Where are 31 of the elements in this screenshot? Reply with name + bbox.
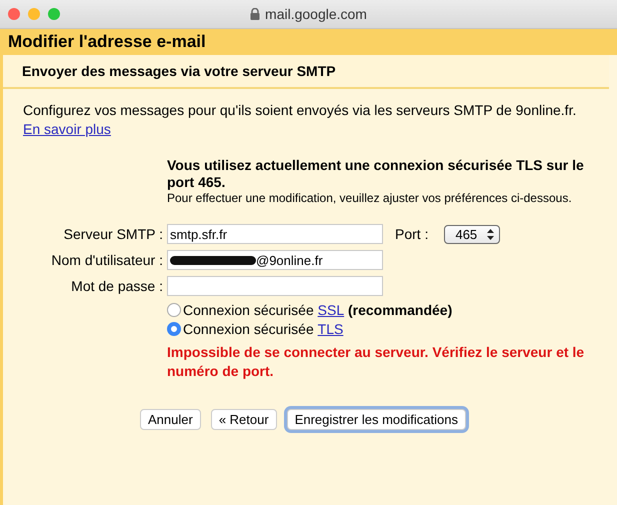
protocol-link[interactable]: TLS	[318, 321, 344, 337]
port-label: Port :	[395, 226, 430, 242]
field-label: Serveur SMTP :	[62, 226, 164, 242]
back-button[interactable]: « Retour	[210, 409, 277, 430]
save-button[interactable]: Enregistrer les modifications	[286, 409, 466, 430]
lock-icon	[250, 8, 260, 20]
minimize-window-button[interactable]	[28, 8, 40, 20]
intro-text: Configurez vos messages pour qu'ils soient envoyés via les serveurs SMTP de 9online.fr. En savoir plus	[23, 101, 578, 139]
dialog-title: Modifier l'adresse e-mail	[8, 32, 206, 52]
stepper-arrows-icon	[487, 228, 494, 240]
radio-button[interactable]	[167, 303, 181, 317]
cancel-button[interactable]: Annuler	[140, 409, 201, 430]
field-label: Mot de passe :	[70, 278, 164, 294]
port-select[interactable]: 465	[444, 224, 500, 244]
zoom-window-button[interactable]	[48, 8, 60, 20]
notice-title: Vous utilisez actuellement une connexion sécurisée TLS sur le port 465.	[167, 157, 585, 191]
error-message: Impossible de se connecter au serveur. Vérifiez le serveur et le numéro de port.	[167, 343, 586, 381]
protocol-link[interactable]: SSL	[318, 302, 344, 318]
radio-label: Connexion sécurisée	[183, 321, 314, 337]
input-field[interactable]	[167, 276, 383, 296]
recommended-note: (recommandée)	[348, 302, 452, 318]
learn-more-link[interactable]: En savoir plus	[23, 121, 111, 137]
close-window-button[interactable]	[8, 8, 20, 20]
address-text: mail.google.com	[265, 6, 367, 22]
notice-text: Pour effectuer une modification, veuillez ajuster vos préférences ci-dessous.	[167, 191, 573, 206]
input-field[interactable]: smtp.sfr.fr	[167, 224, 383, 244]
radio-label: Connexion sécurisée	[183, 302, 314, 318]
section-title: Envoyer des messages via votre serveur SMTP	[22, 63, 337, 79]
radio-button[interactable]	[167, 322, 181, 336]
input-field[interactable]: @9online.fr	[167, 250, 383, 270]
field-label: Nom d'utilisateur :	[50, 252, 164, 268]
